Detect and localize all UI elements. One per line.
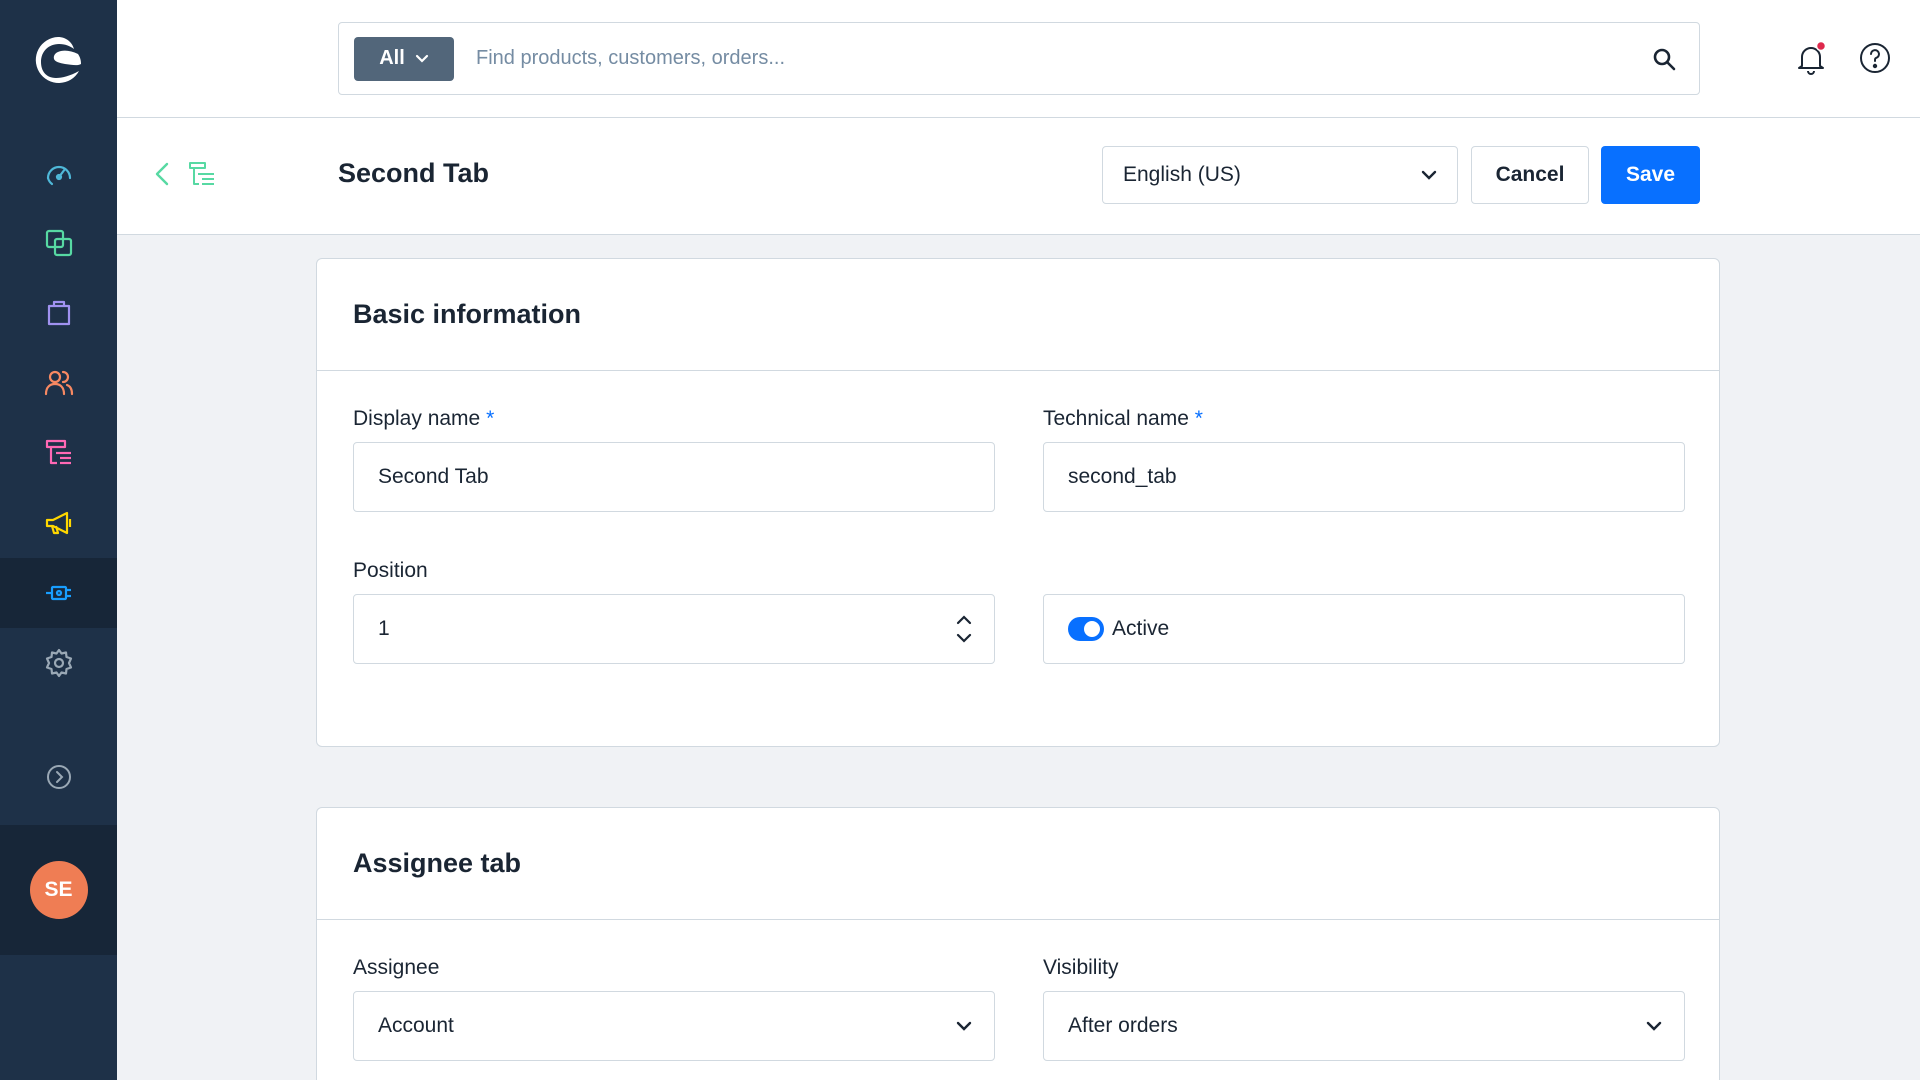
technical-name-label-text: Technical name <box>1043 407 1189 430</box>
assignee-label: Assignee <box>353 956 440 979</box>
required-marker: * <box>486 407 495 430</box>
technical-name-label: Technical name * <box>1043 407 1203 431</box>
shopware-logo-icon[interactable] <box>32 34 84 86</box>
assignee-select[interactable]: Account <box>353 991 995 1061</box>
position-label: Position <box>353 559 428 582</box>
back-icon[interactable] <box>147 158 177 190</box>
content-module-icon <box>189 162 214 185</box>
page-header: Second Tab English (US) Cancel Save <box>117 118 1920 235</box>
content-icon <box>45 439 71 465</box>
display-name-value: Second Tab <box>378 465 489 488</box>
chevron-down-icon <box>415 54 428 63</box>
card-title: Assignee tab <box>317 808 1719 920</box>
sidebar-item-orders[interactable] <box>0 278 117 348</box>
extensions-icon <box>45 585 71 601</box>
chevron-down-icon <box>956 1021 972 1031</box>
assignee-tab-card: Assignee tab Assignee Account Visibility… <box>316 807 1720 1080</box>
display-name-label-text: Display name <box>353 407 481 430</box>
visibility-select[interactable]: After orders <box>1043 991 1685 1061</box>
display-name-field[interactable]: Second Tab <box>353 442 995 512</box>
increment-icon[interactable] <box>956 615 972 625</box>
technical-name-field[interactable]: second_tab <box>1043 442 1685 512</box>
technical-name-value: second_tab <box>1068 465 1177 488</box>
admin-sidebar: SE <box>0 0 117 1080</box>
orders-icon <box>47 300 70 326</box>
chevron-right-circle-icon <box>46 765 71 789</box>
active-label: Active <box>1112 617 1170 640</box>
sidebar-item-customers[interactable] <box>0 348 117 418</box>
help-icon[interactable] <box>1857 40 1893 76</box>
chevron-down-icon <box>1646 1021 1662 1031</box>
search-button[interactable] <box>1629 24 1699 94</box>
card-title: Basic information <box>317 259 1719 371</box>
sidebar-item-settings[interactable] <box>0 628 117 698</box>
language-value: English (US) <box>1123 163 1241 186</box>
decrement-icon[interactable] <box>956 633 972 643</box>
search-type-label: All <box>379 47 405 69</box>
user-menu[interactable]: SE <box>0 825 117 955</box>
global-search: All <box>338 22 1700 95</box>
marketing-icon <box>45 511 71 535</box>
sidebar-item-catalogues[interactable] <box>0 208 117 278</box>
search-input[interactable] <box>476 47 1629 70</box>
notification-bell-icon[interactable] <box>1793 40 1829 76</box>
settings-icon <box>45 648 72 678</box>
language-select[interactable]: English (US) <box>1102 146 1458 204</box>
page-title: Second Tab <box>338 158 490 188</box>
display-name-label: Display name * <box>353 407 494 431</box>
sidebar-item-marketing[interactable] <box>0 488 117 558</box>
avatar: SE <box>29 861 88 919</box>
position-field[interactable]: 1 <box>353 594 995 664</box>
dashboard-icon <box>46 165 71 186</box>
active-toggle[interactable] <box>1068 617 1104 641</box>
save-button[interactable]: Save <box>1601 146 1700 204</box>
search-icon <box>1653 48 1676 70</box>
search-type-dropdown[interactable]: All <box>354 36 454 81</box>
visibility-label: Visibility <box>1043 956 1119 979</box>
sidebar-item-dashboard[interactable] <box>0 138 117 208</box>
sidebar-item-extensions[interactable] <box>0 558 117 628</box>
chevron-down-icon <box>1421 170 1437 180</box>
assignee-value: Account <box>378 1014 454 1037</box>
active-field: Active <box>1043 594 1685 664</box>
customers-icon <box>44 370 73 396</box>
sidebar-expand-button[interactable] <box>0 742 117 812</box>
cancel-button[interactable]: Cancel <box>1471 146 1589 204</box>
top-bar: All <box>117 0 1920 118</box>
catalogue-icon <box>45 229 72 257</box>
visibility-value: After orders <box>1068 1014 1178 1037</box>
required-marker: * <box>1194 407 1203 430</box>
position-value: 1 <box>378 617 390 640</box>
sidebar-item-content[interactable] <box>0 418 117 488</box>
basic-information-card: Basic information Display name * Second … <box>316 258 1720 747</box>
